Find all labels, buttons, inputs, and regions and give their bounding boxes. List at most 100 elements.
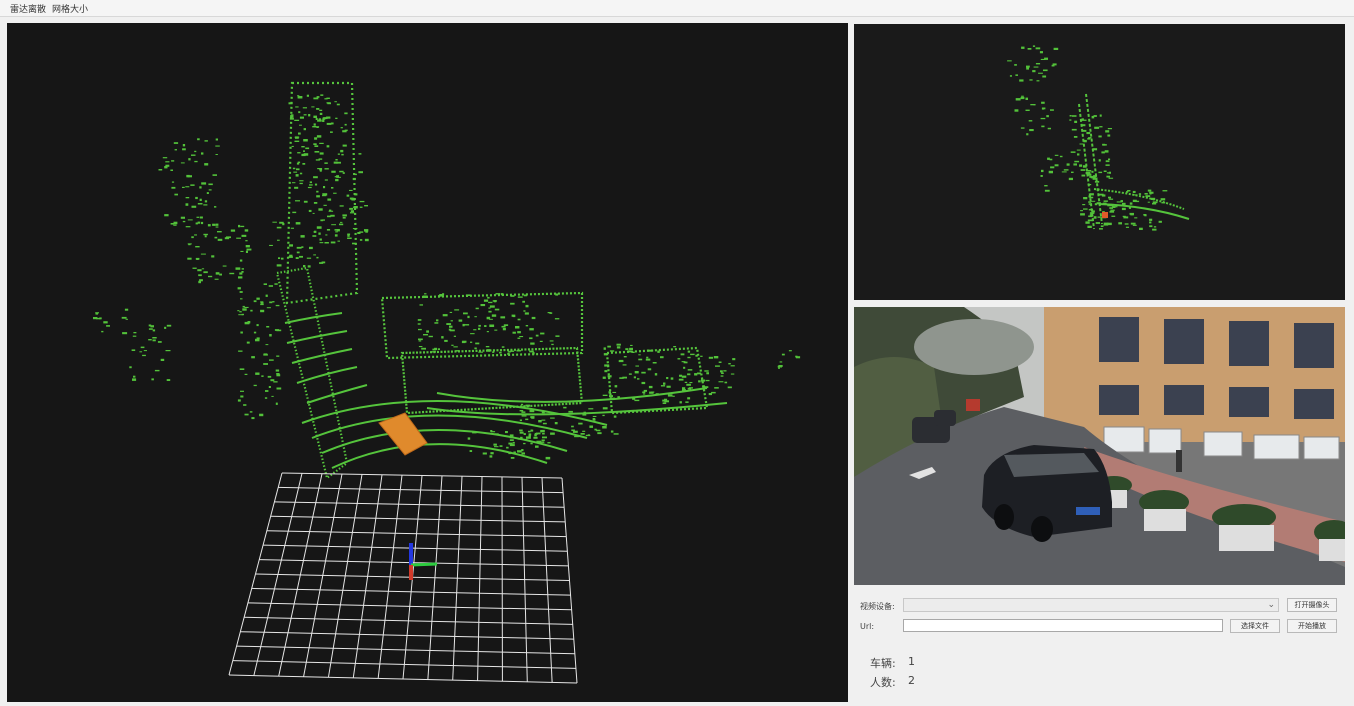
menu-grid-size[interactable]: 网格大小 <box>52 2 88 15</box>
lidar-point <box>1144 193 1148 195</box>
lidar-point <box>727 386 732 389</box>
video-device-select[interactable]: ⌄ <box>903 598 1279 612</box>
lidar-point <box>589 425 593 428</box>
camera-feed-view <box>854 307 1345 585</box>
lidar-point <box>625 348 629 351</box>
lidar-point <box>275 369 280 372</box>
lidar-point <box>521 411 526 413</box>
lidar-point <box>470 333 475 335</box>
lidar-point <box>635 365 639 367</box>
lidar-point <box>195 246 200 248</box>
lidar-point <box>777 365 782 368</box>
lidar-point <box>263 363 268 365</box>
lidar-point <box>454 309 460 311</box>
lidar-point <box>437 348 440 350</box>
lidar-point <box>482 452 487 455</box>
open-camera-button[interactable]: 打开摄像头 <box>1287 598 1337 612</box>
lidar-point <box>309 246 313 250</box>
lidar-point <box>1098 159 1101 162</box>
lidar-point <box>602 426 607 429</box>
lidar-point <box>529 350 534 353</box>
lidar-point <box>470 341 473 343</box>
lidar-point <box>637 378 640 380</box>
lidar-point <box>680 353 685 356</box>
select-file-button[interactable]: 选择文件 <box>1230 619 1280 633</box>
lidar-point <box>547 312 551 314</box>
lidar-point <box>162 157 168 159</box>
lidar-point <box>679 401 682 404</box>
lidar-point <box>256 297 260 300</box>
lidar-point <box>212 174 217 176</box>
lidar-point <box>174 149 177 151</box>
lidar-point <box>705 379 710 382</box>
lidar-point <box>602 407 608 410</box>
lidar-point <box>493 443 497 446</box>
lidar-point <box>239 311 242 313</box>
lidar-point <box>313 254 316 256</box>
lidar-point <box>1080 210 1083 212</box>
lidar-point <box>1079 164 1083 167</box>
lidar-point <box>299 172 303 175</box>
lidar-point <box>292 182 296 184</box>
lidar-point <box>614 385 618 388</box>
lidar-point <box>152 337 157 339</box>
lidar-point <box>1109 207 1113 209</box>
lidar-point <box>423 334 428 336</box>
lidar-point <box>1041 107 1045 110</box>
lidar-point <box>525 304 529 308</box>
lidar-point <box>318 232 321 235</box>
lidar-point <box>1132 199 1137 202</box>
lidar-point <box>1015 74 1018 76</box>
lidar-point <box>335 159 338 161</box>
lidar-point <box>201 221 204 225</box>
lidar-point <box>250 309 253 312</box>
lidar-point <box>166 379 171 381</box>
lidar-point <box>301 246 304 248</box>
lidar-point <box>521 452 525 455</box>
lidar-point <box>211 255 215 258</box>
lidar-point <box>652 362 657 364</box>
lidar-point <box>484 325 487 327</box>
lidar-point <box>237 399 241 402</box>
lidar-point <box>523 310 526 312</box>
point-cloud-3d-view[interactable] <box>7 23 848 702</box>
start-play-button[interactable]: 开始播放 <box>1287 619 1337 633</box>
lidar-point <box>103 321 108 324</box>
lidar-point <box>313 202 318 204</box>
lidar-point <box>173 224 177 226</box>
lidar-point <box>1041 125 1045 128</box>
lidar-point <box>1139 227 1143 230</box>
lidar-point <box>182 148 186 151</box>
vehicle-count-label: 车辆: <box>870 657 896 670</box>
lidar-point <box>133 332 137 334</box>
lidar-point <box>340 149 344 153</box>
lidar-point <box>442 314 448 317</box>
lidar-point <box>133 375 136 378</box>
url-input[interactable] <box>903 619 1223 632</box>
lidar-point <box>672 395 675 397</box>
lidar-point <box>314 151 320 153</box>
menu-radar-discrete[interactable]: 雷达离散 <box>10 2 46 15</box>
lidar-point <box>1021 95 1024 97</box>
lidar-point <box>313 176 318 179</box>
lidar-point <box>302 163 306 165</box>
lidar-point <box>679 374 683 377</box>
lidar-point <box>428 335 433 338</box>
lidar-point <box>308 114 311 117</box>
lidar-point <box>542 422 547 425</box>
lidar-point <box>788 350 792 352</box>
lidar-point <box>1046 115 1049 118</box>
lidar-point <box>240 250 244 252</box>
lidar-point <box>325 234 328 236</box>
vehicle-count-value: 1 <box>908 655 915 668</box>
lidar-point <box>540 332 545 335</box>
lidar-point <box>1020 96 1025 100</box>
lidar-point <box>666 385 671 388</box>
lidar-point <box>140 346 145 349</box>
lidar-point <box>1021 46 1025 49</box>
lidar-point <box>295 200 300 202</box>
lidar-point <box>290 227 294 229</box>
point-cloud-top-view[interactable] <box>854 24 1345 300</box>
person-count-row: 人数: 2 <box>870 674 915 690</box>
lidar-point <box>1162 190 1168 192</box>
